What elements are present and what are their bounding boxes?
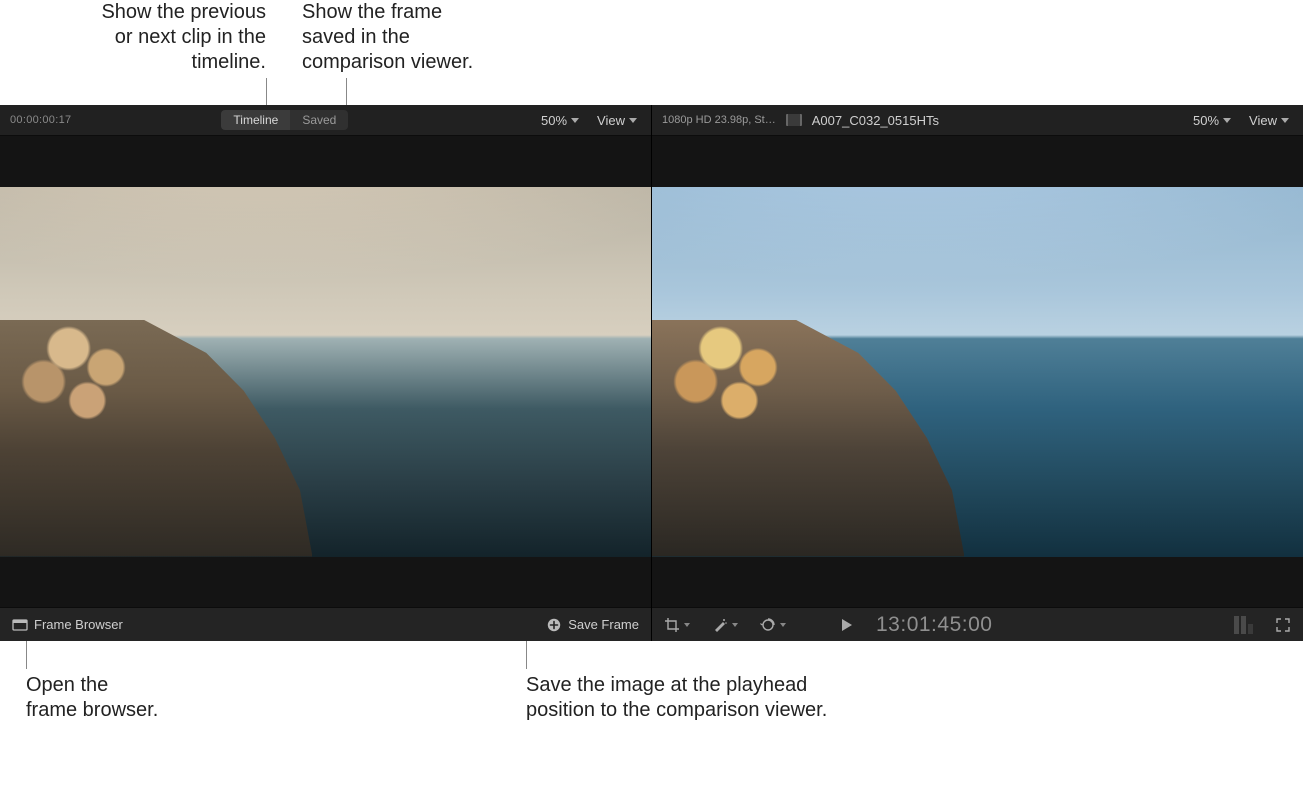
frame-browser-button[interactable]: Frame Browser [12,617,123,633]
left-bottombar: Frame Browser Save Frame [0,607,651,641]
callout-leader [346,78,347,108]
video-frame-right [652,187,1303,557]
left-canvas [0,136,651,607]
viewer-pane: 1080p HD 23.98p, St… A007_C032_0515HTs 5… [651,105,1303,641]
clip-name: A007_C032_0515HTs [812,113,939,128]
callout-leader [26,641,27,669]
play-button[interactable] [838,617,854,633]
callout-leader [526,641,527,669]
callouts-top: Show the previousor next clip in thetime… [0,0,1303,105]
mode-segmented-control: Timeline Saved [221,110,348,130]
left-topbar: 00:00:00:17 Timeline Saved 50% View [0,105,651,136]
callout-frame-browser: Open theframe browser. [26,673,246,723]
playhead-timecode: 13:01:45:00 [876,613,992,637]
view-label: View [1249,113,1277,128]
chevron-down-icon [1223,118,1231,123]
chevron-down-icon [732,623,738,627]
enhance-icon [712,617,728,633]
comparison-viewer-pane: 00:00:00:17 Timeline Saved 50% View [0,105,651,641]
fullscreen-button[interactable] [1275,617,1291,633]
frame-browser-icon [12,617,28,633]
format-readout: 1080p HD 23.98p, St… [662,114,776,126]
comparison-viewer-app: 00:00:00:17 Timeline Saved 50% View [0,105,1303,641]
audio-meters-icon [1234,616,1253,634]
right-bottombar: 13:01:45:00 [652,607,1303,641]
right-canvas [652,136,1303,607]
plus-circle-icon [546,617,562,633]
save-frame-button[interactable]: Save Frame [546,617,639,633]
enhance-menu[interactable] [712,617,738,633]
tab-timeline[interactable]: Timeline [221,110,290,130]
callout-saved: Show the framesaved in thecomparison vie… [302,0,532,75]
chevron-down-icon [629,118,637,123]
tab-saved[interactable]: Saved [290,110,348,130]
chevron-down-icon [571,118,579,123]
callout-save-frame: Save the image at the playheadposition t… [526,673,966,723]
chevron-down-icon [1281,118,1289,123]
transform-crop-menu[interactable] [664,617,690,633]
clip-info: 1080p HD 23.98p, St… A007_C032_0515HTs [662,113,939,128]
zoom-value: 50% [541,113,567,128]
view-dropdown[interactable]: View [1245,113,1293,128]
timecode-readout: 00:00:00:17 [10,114,71,126]
fullscreen-icon [1275,617,1291,633]
retime-menu[interactable] [760,617,786,633]
video-frame-left [0,187,651,557]
zoom-dropdown[interactable]: 50% [1189,113,1235,128]
filmstrip-icon [786,114,802,126]
play-icon [838,617,854,633]
right-topbar: 1080p HD 23.98p, St… A007_C032_0515HTs 5… [652,105,1303,136]
chevron-down-icon [780,623,786,627]
zoom-value: 50% [1193,113,1219,128]
frame-browser-label: Frame Browser [34,617,123,632]
zoom-dropdown[interactable]: 50% [537,113,583,128]
callout-timeline: Show the previousor next clip in thetime… [36,0,266,75]
callout-leader [266,78,267,108]
view-label: View [597,113,625,128]
crop-icon [664,617,680,633]
retime-icon [760,617,776,633]
view-dropdown[interactable]: View [593,113,641,128]
chevron-down-icon [684,623,690,627]
callouts-bottom: Open theframe browser. Save the image at… [0,641,1303,761]
save-frame-label: Save Frame [568,617,639,632]
